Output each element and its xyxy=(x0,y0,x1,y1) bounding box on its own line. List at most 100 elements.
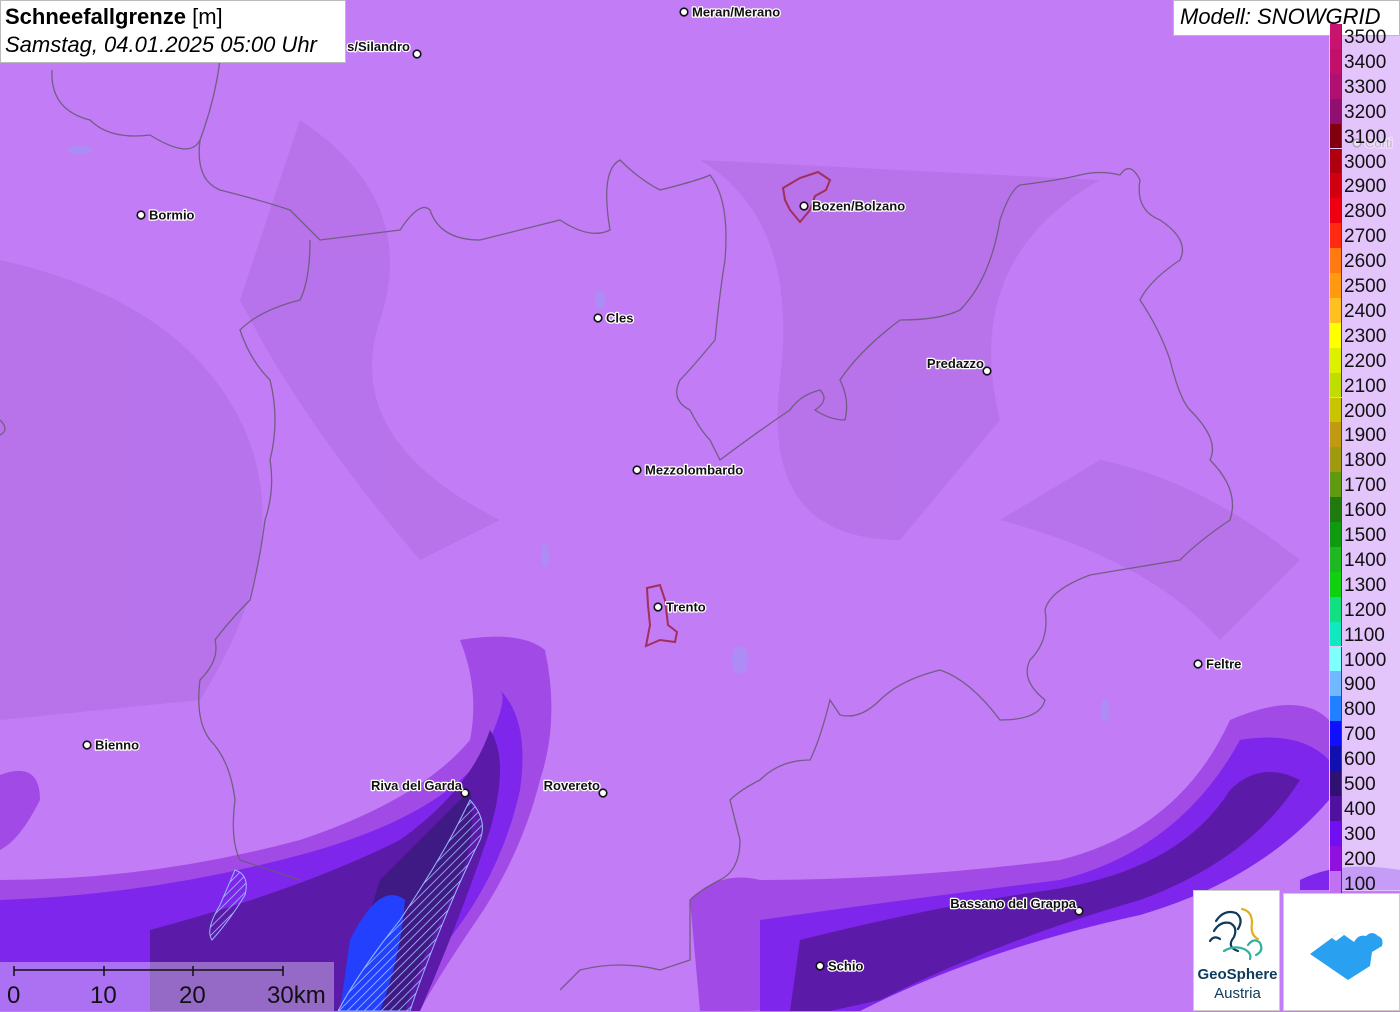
legend-swatch xyxy=(1330,322,1342,348)
legend-swatch xyxy=(1330,372,1342,398)
legend-label: 100 xyxy=(1344,873,1376,895)
geosphere-logo[interactable]: GeoSphere Austria xyxy=(1193,890,1280,1011)
legend-label: 1900 xyxy=(1344,425,1387,447)
legend-label: 2000 xyxy=(1344,400,1387,422)
legend-label: 1600 xyxy=(1344,500,1387,522)
legend-label: 2100 xyxy=(1344,375,1387,397)
legend-label: 2900 xyxy=(1344,176,1387,198)
city-label: Cles xyxy=(606,311,633,326)
legend-row-300: 300 xyxy=(1329,820,1400,846)
legend-label: 1100 xyxy=(1344,624,1385,646)
legend-label: 2600 xyxy=(1344,251,1387,273)
legend-row-400: 400 xyxy=(1329,795,1400,821)
legend-swatch xyxy=(1330,571,1342,597)
legend-row-3200: 3200 xyxy=(1329,98,1400,124)
scale-tick-20: 20 xyxy=(179,982,206,1009)
legend-row-2000: 2000 xyxy=(1329,397,1400,423)
geosphere-sub: Austria xyxy=(1214,985,1261,1002)
legend-row-1600: 1600 xyxy=(1329,497,1400,522)
app-logo[interactable] xyxy=(1283,893,1400,1011)
city-bozen-bolzano[interactable]: Bozen/Bolzano xyxy=(799,197,906,215)
city-label: Meran/Merano xyxy=(692,5,780,20)
legend-swatch xyxy=(1330,845,1342,871)
legend-label: 800 xyxy=(1344,699,1376,721)
legend-row-1100: 1100 xyxy=(1329,621,1400,647)
legend-row-900: 900 xyxy=(1329,671,1400,697)
legend-swatch xyxy=(1330,173,1342,199)
legend-row-1400: 1400 xyxy=(1329,546,1400,572)
legend-swatch xyxy=(1330,447,1342,473)
legend-row-3500: 3500 xyxy=(1329,24,1400,49)
city-label: Bormio xyxy=(149,208,195,223)
legend-swatch xyxy=(1330,422,1342,448)
legend-swatch xyxy=(1330,746,1342,771)
title-unit: [m] xyxy=(192,4,223,29)
legend-swatch xyxy=(1330,24,1342,49)
legend-label: 900 xyxy=(1344,674,1376,696)
city-dot-icon xyxy=(799,201,809,211)
scale-tick-10: 10 xyxy=(90,982,117,1009)
legend-row-2500: 2500 xyxy=(1329,273,1400,298)
legend-row-600: 600 xyxy=(1329,746,1400,771)
city-dot-icon xyxy=(136,210,146,220)
legend-swatch xyxy=(1330,696,1342,722)
legend-label: 2700 xyxy=(1344,226,1387,248)
city-dot-icon xyxy=(412,49,422,59)
legend-swatch xyxy=(1330,98,1342,124)
city-meran-merano[interactable]: Meran/Merano xyxy=(679,3,781,21)
legend-swatch xyxy=(1330,347,1342,373)
city-dot-icon xyxy=(82,740,92,750)
legend-label: 3500 xyxy=(1344,27,1387,48)
legend-label: 1500 xyxy=(1344,525,1387,546)
legend-row-2600: 2600 xyxy=(1329,248,1400,273)
geosphere-icon xyxy=(1208,907,1263,961)
legend-row-2400: 2400 xyxy=(1329,297,1400,323)
city-mezzolombardo[interactable]: Mezzolombardo xyxy=(632,461,745,479)
legend-label: 1400 xyxy=(1344,549,1387,571)
legend-row-200: 200 xyxy=(1329,845,1400,871)
legend-label: 2500 xyxy=(1344,276,1387,297)
legend-label: 3200 xyxy=(1344,101,1387,123)
legend-swatch xyxy=(1330,795,1342,821)
legend-label: 700 xyxy=(1344,724,1376,746)
legend-label: 2400 xyxy=(1344,300,1387,322)
legend-row-2700: 2700 xyxy=(1329,223,1400,249)
legend-row-700: 700 xyxy=(1329,721,1400,747)
legend-swatch xyxy=(1330,198,1342,224)
legend-label: 1000 xyxy=(1344,649,1387,671)
cloud-house-icon xyxy=(1310,932,1383,980)
legend-swatch xyxy=(1330,546,1342,572)
legend-label: 3000 xyxy=(1344,151,1387,173)
legend-row-1300: 1300 xyxy=(1329,571,1400,597)
legend-label: 2300 xyxy=(1344,325,1387,347)
city-dot-icon xyxy=(632,465,642,475)
legend-swatch xyxy=(1330,771,1342,796)
legend-label: 3400 xyxy=(1344,51,1387,73)
city-label: Rovereto xyxy=(544,778,600,793)
legend-swatch xyxy=(1330,248,1342,273)
legend-row-1200: 1200 xyxy=(1329,596,1400,622)
legend-row-1000: 1000 xyxy=(1329,646,1400,672)
city-dot-icon xyxy=(460,788,470,798)
legend-swatch xyxy=(1330,148,1342,174)
legend-row-3300: 3300 xyxy=(1329,73,1400,99)
legend-row-1900: 1900 xyxy=(1329,422,1400,448)
city-dot-icon xyxy=(815,961,825,971)
legend-swatch xyxy=(1330,621,1342,647)
legend-swatch xyxy=(1330,397,1342,423)
city-label: Bassano del Grappa xyxy=(950,896,1076,911)
legend-swatch xyxy=(1330,472,1342,498)
legend-row-2300: 2300 xyxy=(1329,322,1400,348)
scale-tick-0: 0 xyxy=(7,982,21,1009)
legend-label: 3300 xyxy=(1344,76,1387,98)
city-label: Riva del Garda xyxy=(371,778,463,793)
legend-swatch xyxy=(1330,497,1342,522)
legend-swatch xyxy=(1330,870,1342,896)
legend-row-1500: 1500 xyxy=(1329,522,1400,547)
legend-swatch xyxy=(1330,721,1342,747)
geosphere-name: GeoSphere xyxy=(1197,966,1278,983)
legend-label: 1300 xyxy=(1344,574,1387,596)
map-canvas[interactable]: Meran/Merano s/Silandro Bozen/Bolzano Bormi… xyxy=(0,0,1400,1011)
legend-row-2200: 2200 xyxy=(1329,347,1400,373)
legend-label: 1800 xyxy=(1344,450,1387,472)
